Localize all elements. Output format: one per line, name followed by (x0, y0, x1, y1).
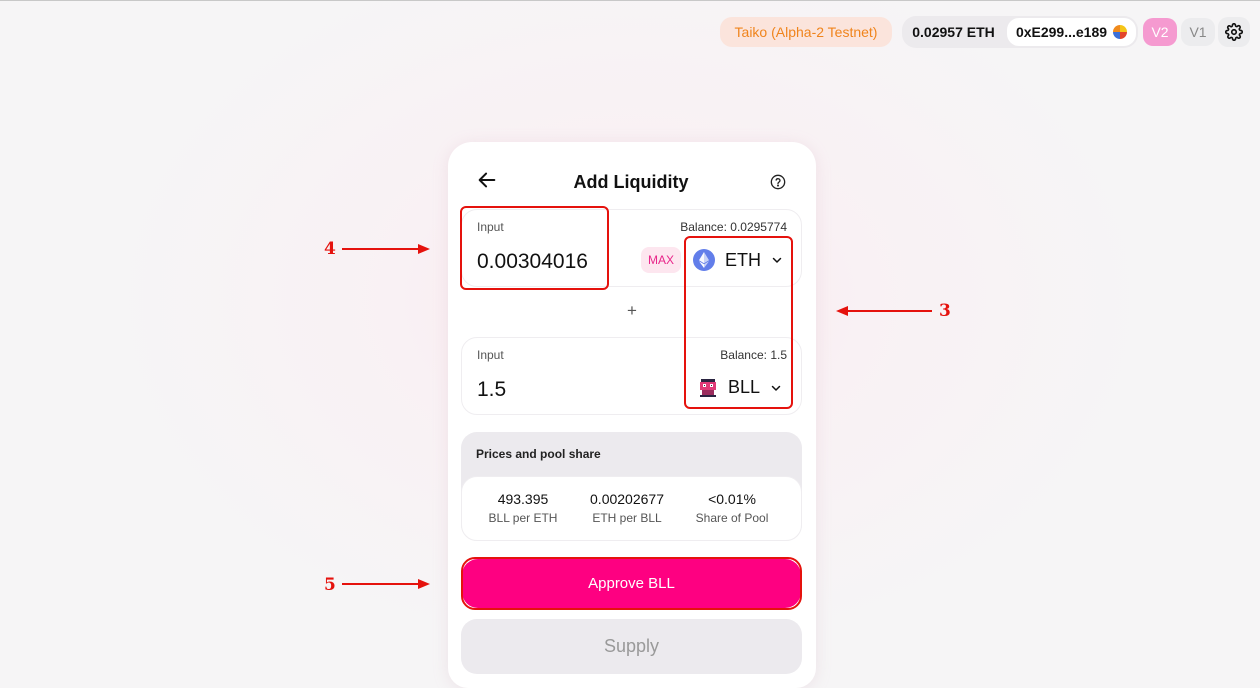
question-circle-icon (770, 174, 786, 190)
stat-value: <0.01% (708, 491, 756, 507)
version-v2-button[interactable]: V2 (1143, 18, 1177, 46)
account-button[interactable]: 0xE299...e189 (1007, 18, 1136, 46)
stat-label: Share of Pool (695, 511, 769, 525)
bll-token-label: BLL (728, 377, 761, 397)
eth-balance-label: Balance: 0.0295774 (680, 220, 787, 234)
back-button[interactable] (476, 169, 498, 191)
gear-icon (1225, 23, 1243, 41)
bll-token-select[interactable]: BLL (698, 377, 782, 398)
stat-eth-per-bll: 0.00202677 ETH per BLL (582, 491, 672, 525)
input-panel-bll: Input Balance: 1.5 1.5 BLL (461, 337, 802, 415)
help-button[interactable] (770, 174, 786, 190)
annotation-number-4: 4 (324, 239, 336, 259)
annotation-arrow-right-icon (342, 579, 430, 589)
bll-amount-input[interactable]: 1.5 (477, 378, 506, 402)
eth-balance: 0.02957 ETH (912, 24, 995, 40)
prices-pool-share-section: Prices and pool share 493.395 BLL per ET… (461, 432, 802, 541)
chevron-down-icon (772, 257, 782, 263)
input-panel-eth: Input Balance: 0.0295774 0.00304016 MAX … (461, 209, 802, 287)
annotation-number-5: 5 (324, 575, 336, 595)
account-address: 0xE299...e189 (1015, 24, 1108, 40)
max-button[interactable]: MAX (641, 247, 681, 273)
top-border (0, 0, 1260, 1)
arrow-left-icon (478, 172, 496, 188)
input-label: Input (477, 348, 504, 362)
annotation-arrow-left-icon (836, 306, 932, 316)
version-v1-button[interactable]: V1 (1181, 18, 1215, 46)
eth-token-label: ETH (725, 249, 761, 270)
settings-button[interactable] (1218, 17, 1250, 47)
annotation-number-3: 3 (939, 301, 951, 321)
bll-token-icon (700, 378, 716, 397)
ethereum-icon (693, 249, 715, 271)
plus-icon: + (627, 301, 637, 320)
chevron-down-icon (771, 385, 781, 391)
eth-amount-input[interactable]: 0.00304016 (477, 250, 588, 274)
annotation-arrow-right-icon (342, 244, 430, 254)
stat-label: ETH per BLL (592, 511, 662, 525)
stat-share-of-pool: <0.01% Share of Pool (692, 491, 772, 525)
bll-balance-label: Balance: 1.5 (720, 348, 787, 362)
stat-value: 0.00202677 (590, 491, 664, 507)
approve-bll-button[interactable]: Approve BLL (462, 559, 801, 608)
stat-label: BLL per ETH (488, 511, 558, 525)
prices-title: Prices and pool share (476, 447, 601, 461)
page-title: Add Liquidity (573, 172, 689, 192)
supply-button[interactable]: Supply (461, 619, 802, 674)
stat-value: 493.395 (497, 491, 549, 507)
network-badge[interactable]: Taiko (Alpha-2 Testnet) (720, 17, 892, 47)
account-avatar-icon (1113, 25, 1128, 39)
prices-stats: 493.395 BLL per ETH 0.00202677 ETH per B… (461, 476, 802, 541)
stat-bll-per-eth: 493.395 BLL per ETH (488, 491, 558, 525)
version-toggle: V2 V1 (1143, 18, 1215, 46)
eth-token-select[interactable]: ETH (693, 249, 783, 271)
input-label: Input (477, 220, 504, 234)
wallet-group: 0.02957 ETH 0xE299...e189 (902, 16, 1138, 48)
